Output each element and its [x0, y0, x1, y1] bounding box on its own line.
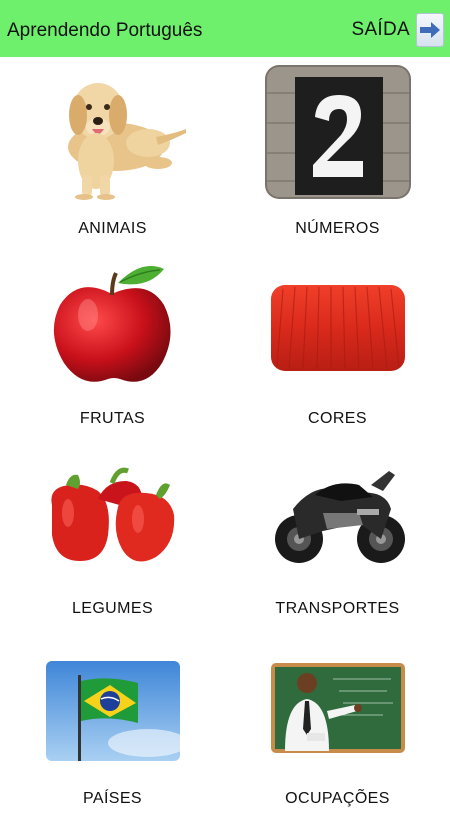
category-label: CORES — [308, 410, 367, 427]
dog-image — [38, 63, 188, 201]
app-title: Aprendendo Português — [7, 20, 203, 41]
category-frutas[interactable]: FRUTAS — [0, 247, 225, 437]
apple-image — [38, 253, 188, 391]
category-label: NÚMEROS — [295, 220, 380, 237]
category-label: TRANSPORTES — [275, 600, 400, 617]
category-label: FRUTAS — [79, 410, 146, 427]
category-paises[interactable]: PAÍSES — [0, 627, 225, 817]
category-numeros[interactable]: NÚMEROS — [225, 57, 450, 247]
category-cores[interactable]: CORES — [225, 247, 450, 437]
category-animais[interactable]: ANIMAIS — [0, 57, 225, 247]
teacher-image — [263, 633, 413, 771]
arrow-right-icon[interactable] — [416, 13, 444, 47]
brazil-flag-image — [38, 633, 188, 771]
exit-label: SAÍDA — [351, 19, 410, 40]
exit-button[interactable]: SAÍDA — [351, 13, 444, 47]
motorcycle-image — [263, 443, 413, 581]
category-label: ANIMAIS — [78, 220, 147, 237]
top-bar: Aprendendo Português SAÍDA — [0, 0, 450, 57]
red-peppers-image — [38, 443, 188, 581]
category-legumes[interactable]: LEGUMES — [0, 437, 225, 627]
category-label: OCUPAÇÕES — [285, 790, 390, 807]
red-fabric-image — [263, 253, 413, 391]
category-ocupacoes[interactable]: OCUPAÇÕES — [225, 627, 450, 817]
number-two-image — [263, 63, 413, 201]
category-transportes[interactable]: TRANSPORTES — [225, 437, 450, 627]
category-label: PAÍSES — [82, 790, 143, 807]
category-label: LEGUMES — [71, 600, 154, 617]
